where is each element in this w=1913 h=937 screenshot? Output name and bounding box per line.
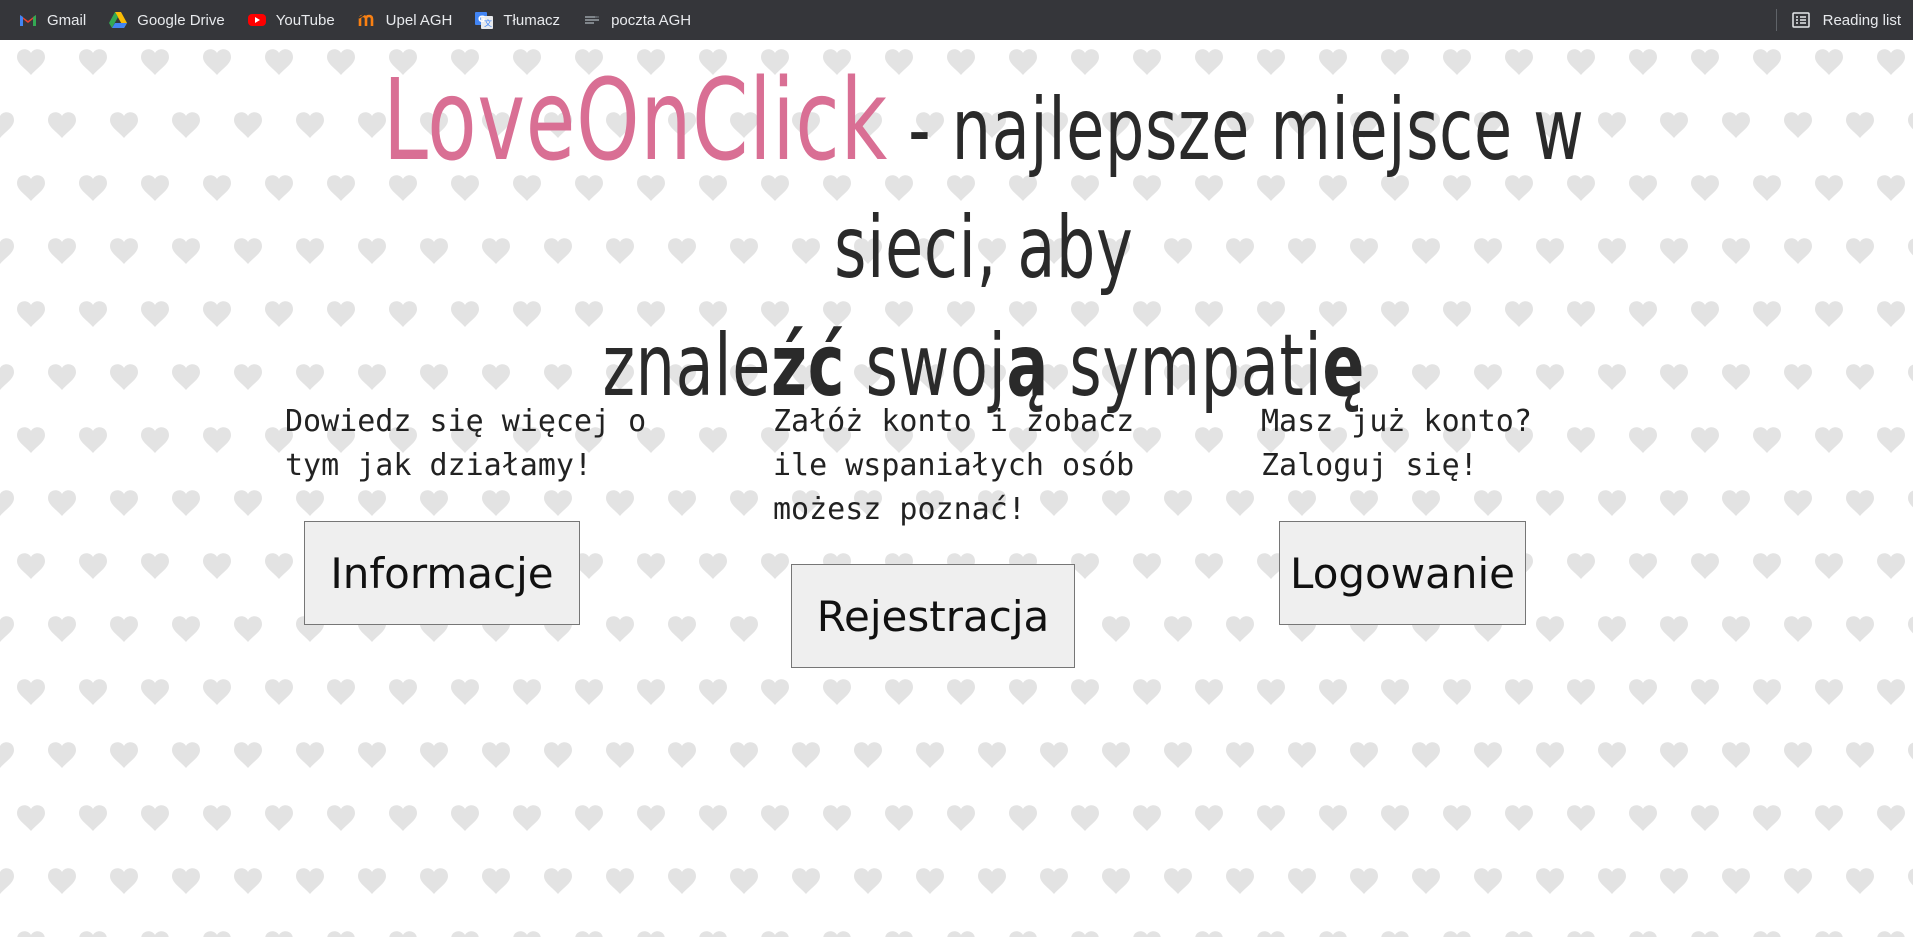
divider [1775, 9, 1777, 31]
reading-list-button[interactable]: Reading list [1775, 0, 1901, 40]
register-description: Załóż konto i zobacz ile wspaniałych osó… [773, 404, 1135, 527]
gmail-icon [18, 10, 38, 30]
info-section: Dowiedz się więcej o tym jak działamy! [285, 400, 665, 488]
bookmark-label: Upel AGH [385, 11, 453, 29]
login-description: Masz już konto? Zaloguj się! [1261, 404, 1532, 483]
headline-text: - najlepsze miejsce w sieci, aby [834, 80, 1585, 298]
bookmark-label: YouTube [275, 11, 335, 29]
bookmark-label: Tłumacz [503, 11, 561, 29]
page-content: LoveOnClick - najlepsze miejsce w sieci,… [0, 40, 1913, 937]
brand-name: LoveOnClick [383, 56, 888, 186]
bookmark-tlumacz[interactable]: G文 Tłumacz [474, 0, 572, 40]
register-section: Załóż konto i zobacz ile wspaniałych osó… [773, 400, 1153, 532]
bookmark-label: Gmail [47, 11, 87, 29]
google-translate-icon: G文 [474, 10, 494, 30]
logowanie-button[interactable]: Logowanie [1279, 521, 1526, 625]
reading-list-label: Reading list [1822, 11, 1901, 29]
moodle-icon [357, 10, 377, 30]
login-section: Masz już konto? Zaloguj się! [1261, 400, 1561, 488]
info-description: Dowiedz się więcej o tym jak działamy! [285, 404, 647, 483]
bookmark-gmail[interactable]: Gmail [18, 0, 98, 40]
rejestracja-button[interactable]: Rejestracja [791, 564, 1075, 668]
google-drive-icon [108, 10, 128, 30]
svg-text:文: 文 [484, 18, 492, 28]
bookmark-label: poczta AGH [611, 11, 692, 29]
page-headline: LoveOnClick - najlepsze miejsce w sieci,… [372, 62, 1596, 425]
youtube-icon [247, 10, 267, 30]
bookmark-upel-agh[interactable]: Upel AGH [357, 0, 465, 40]
bookmark-poczta-agh[interactable]: poczta AGH [582, 0, 703, 40]
informacje-button[interactable]: Informacje [304, 521, 580, 625]
mail-lines-icon [582, 10, 602, 30]
bookmarks-bar: Gmail Google Drive YouTube Upel AGH G文 T… [0, 0, 1913, 40]
bookmark-google-drive[interactable]: Google Drive [108, 0, 237, 40]
bookmark-youtube[interactable]: YouTube [247, 0, 347, 40]
reading-list-icon [1791, 10, 1811, 30]
bookmark-label: Google Drive [137, 11, 225, 29]
